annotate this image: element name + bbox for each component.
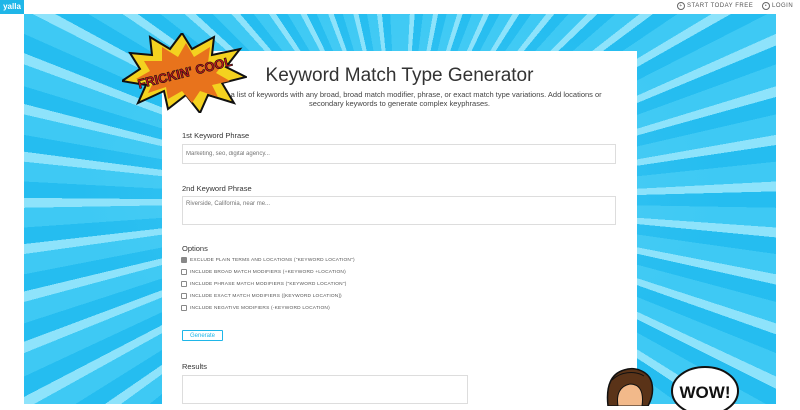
results-box[interactable]: [182, 375, 468, 404]
options-label: Options: [182, 244, 208, 253]
option-negative[interactable]: INCLUDE NEGATIVE MODIFIERS (-KEYWORD LOC…: [181, 305, 330, 311]
results-label: Results: [182, 362, 208, 371]
start-today-free-link[interactable]: + START TODAY FREE: [677, 2, 753, 10]
frickin-cool-badge: FRICKIN' COOL: [122, 33, 247, 113]
checkbox[interactable]: [181, 269, 187, 275]
option-exclude-plain[interactable]: EXCLUDE PLAIN TERMS AND LOCATIONS ("KEYW…: [181, 257, 355, 263]
yalla-logo[interactable]: yalla: [0, 0, 24, 14]
keyword2-label: 2nd Keyword Phrase: [182, 184, 252, 193]
option-label: INCLUDE BROAD MATCH MODIFIERS (+KEYWORD …: [190, 269, 346, 275]
keyword1-label: 1st Keyword Phrase: [182, 131, 250, 140]
plus-circle-icon: +: [677, 2, 685, 10]
wow-speech-bubble: WOW!: [671, 366, 739, 410]
keyword2-input[interactable]: [182, 196, 616, 225]
option-broad-match[interactable]: INCLUDE BROAD MATCH MODIFIERS (+KEYWORD …: [181, 269, 346, 275]
option-label: INCLUDE EXACT MATCH MODIFIERS ([KEYWORD …: [190, 293, 342, 299]
login-label: LOGIN: [772, 3, 794, 9]
top-bar: yalla + START TODAY FREE • LOGIN: [0, 0, 800, 14]
login-link[interactable]: • LOGIN: [762, 2, 793, 10]
option-exact-match[interactable]: INCLUDE EXACT MATCH MODIFIERS ([KEYWORD …: [181, 293, 342, 299]
option-label: INCLUDE PHRASE MATCH MODIFIERS ("KEYWORD…: [190, 281, 347, 287]
checkbox[interactable]: [181, 281, 187, 287]
keyword1-input[interactable]: [182, 144, 616, 164]
user-circle-icon: •: [762, 2, 770, 10]
start-today-free-label: START TODAY FREE: [687, 3, 754, 9]
option-label: INCLUDE NEGATIVE MODIFIERS (-KEYWORD LOC…: [190, 305, 330, 311]
option-phrase-match[interactable]: INCLUDE PHRASE MATCH MODIFIERS ("KEYWORD…: [181, 281, 347, 287]
checkbox[interactable]: [181, 257, 187, 263]
comic-person-illustration: [606, 368, 654, 406]
option-label: EXCLUDE PLAIN TERMS AND LOCATIONS ("KEYW…: [190, 257, 355, 263]
checkbox[interactable]: [181, 293, 187, 299]
checkbox[interactable]: [181, 305, 187, 311]
page-subtitle: Generate a list of keywords with any bro…: [197, 90, 602, 108]
wow-text: WOW!: [680, 383, 731, 402]
generate-button[interactable]: Generate: [182, 330, 223, 341]
